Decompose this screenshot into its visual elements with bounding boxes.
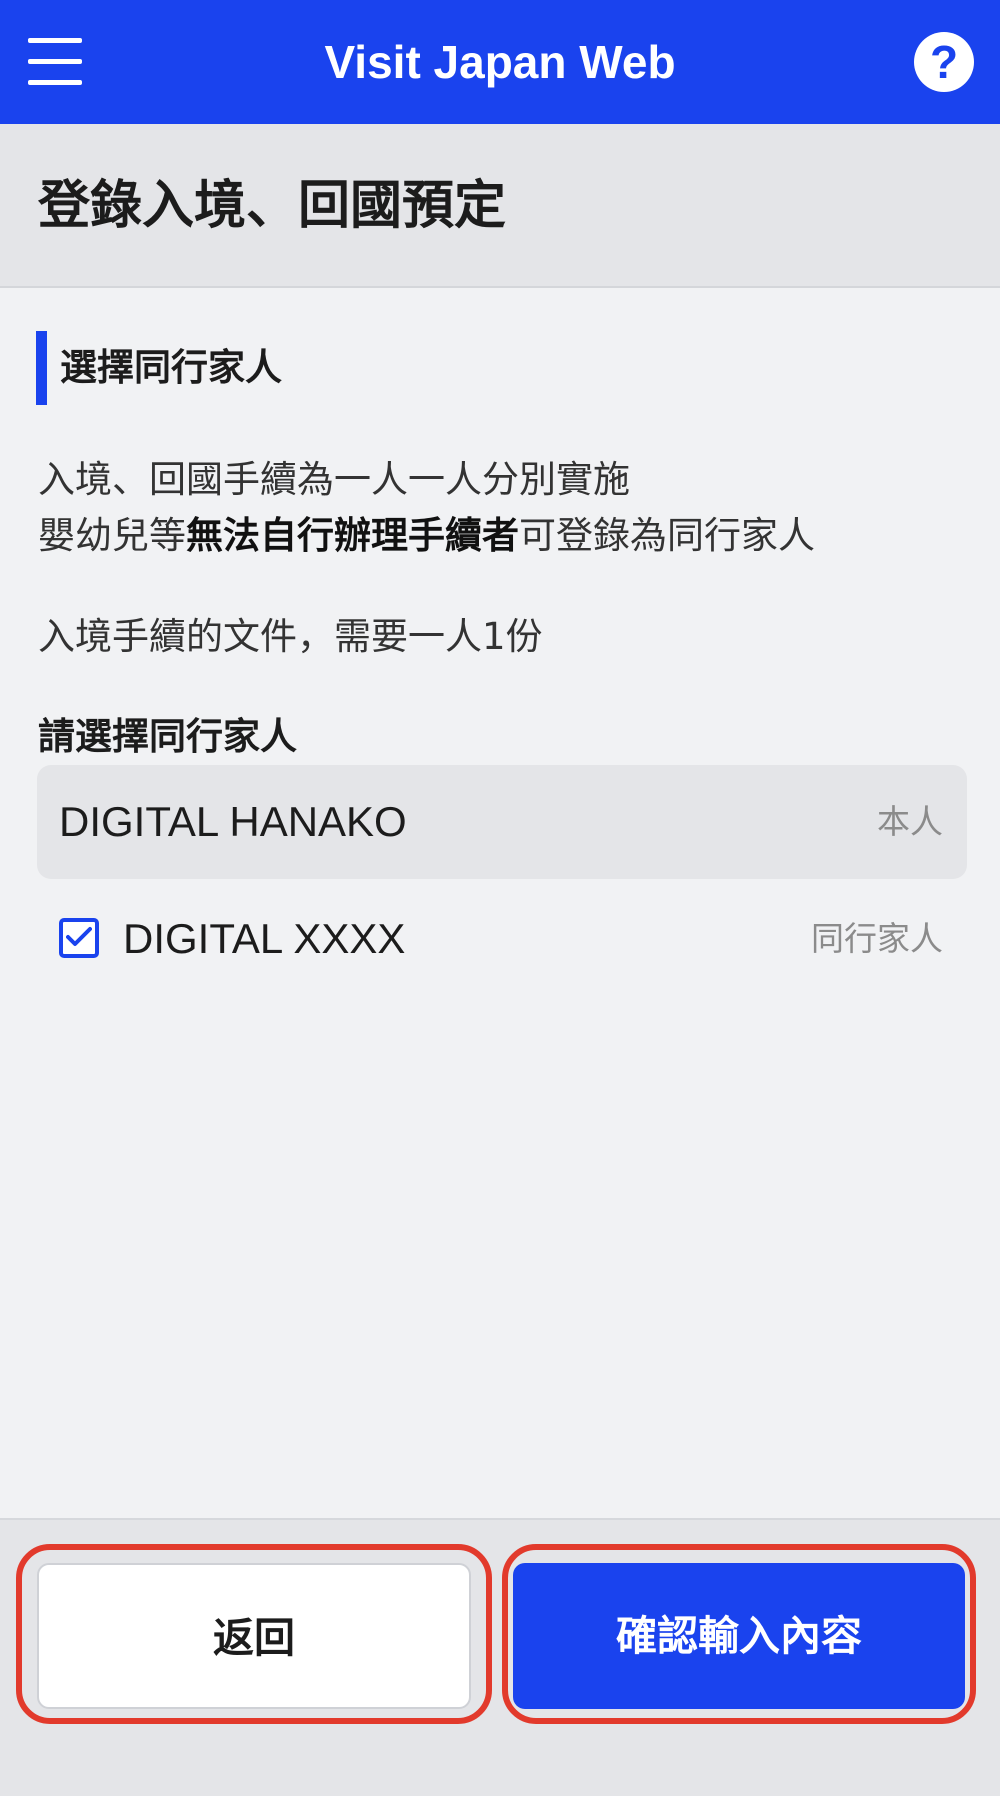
confirm-input-button[interactable]: 確認輸入內容 [513,1563,965,1709]
back-button[interactable]: 返回 [37,1563,471,1709]
app-title: Visit Japan Web [324,36,676,88]
info-line-2-prefix: 嬰幼兒等 [38,514,186,557]
info-line-2: 嬰幼兒等無法自行辦理手續者可登錄為同行家人 [38,508,815,564]
info-line-1: 入境、回國手續為一人一人分別實施 [38,458,630,501]
section-accent-bar [36,331,47,405]
select-family-label: 請選擇同行家人 [38,715,297,758]
family-member-checkbox[interactable] [59,918,99,958]
self-tag: 本人 [877,802,943,841]
page-header: 登錄入境、回國預定 [0,124,1000,288]
family-member-name: DIGITAL XXXX [123,915,406,962]
self-traveler-row: DIGITAL HANAKO 本人 [37,765,967,879]
page-title: 登錄入境、回國預定 [38,176,507,236]
info-line-2-bold: 無法自行辦理手續者 [186,514,519,557]
hamburger-menu-icon[interactable] [28,38,82,86]
family-member-tag: 同行家人 [811,919,943,958]
family-member-row[interactable]: DIGITAL XXXX 同行家人 [37,884,967,994]
app-header: Visit Japan Web ? [0,0,1000,124]
self-name: DIGITAL HANAKO [59,798,407,845]
info-line-3: 入境手續的文件，需要一人1份 [38,615,543,658]
info-line-2-suffix: 可登錄為同行家人 [519,514,815,557]
help-question-icon[interactable]: ? [914,32,974,92]
checkmark-icon [66,927,92,946]
section-title: 選擇同行家人 [60,346,282,389]
